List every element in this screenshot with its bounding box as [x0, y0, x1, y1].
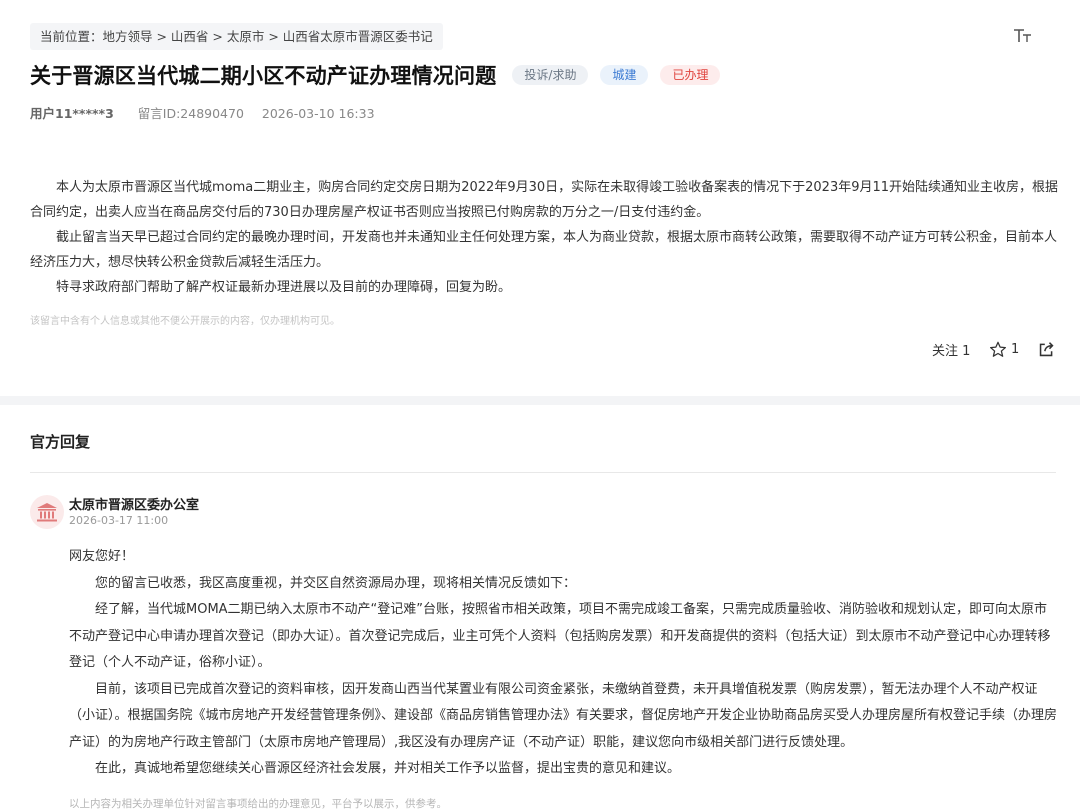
reply-greeting: 网友您好！ — [69, 549, 135, 564]
reply-paragraph: 经了解，当代城MOMA二期已纳入太原市不动产“登记难”台账，按照省市相关政策，项… — [69, 602, 1051, 670]
status-badge: 已办理 — [660, 65, 721, 85]
breadcrumb[interactable]: 当前位置：地方领导 > 山西省 > 太原市 > 山西省太原市晋源区委书记 — [30, 23, 443, 50]
follow-button[interactable]: 关注 1 — [932, 338, 970, 360]
star-count: 1 — [1011, 341, 1020, 357]
share-button[interactable] — [1038, 338, 1055, 360]
reply-paragraph: 您的留言已收悉，我区高度重视，并交区自然资源局办理，现将相关情况反馈如下： — [95, 575, 577, 591]
font-size-icon[interactable] — [1013, 27, 1033, 45]
follow-label: 关注 1 — [932, 343, 971, 359]
reply-footnote: 以上内容为相关办理单位针对留言事项给出的办理意见，平台予以展示，供参考。 — [69, 798, 447, 810]
content-paragraph: 截止留言当天早已超过合同约定的最晚办理时间，开发商也并未通知业主任何处理方案，本… — [30, 230, 1058, 270]
message-id: 留言ID:24890470 — [137, 106, 244, 121]
divider — [30, 472, 1056, 473]
official-reply-heading: 官方回复 — [30, 433, 91, 451]
reply-paragraph: 目前，该项目已完成首次登记的资料审核，因开发商山西当代某置业有限公司资金紧张，未… — [69, 681, 1058, 750]
star-button[interactable]: 1 — [989, 338, 1019, 360]
content-paragraph: 特寻求政府部门帮助了解产权证最新办理进展以及目前的办理障碍，回复为盼。 — [56, 280, 512, 295]
title-row: 关于晋源区当代城二期小区不动产证办理情况问题 投诉/求助 城建 已办理 — [30, 59, 721, 91]
message-meta: 用户11*****3 留言ID:24890470 2026-03-10 16:3… — [30, 103, 375, 122]
message-datetime: 2026-03-10 16:33 — [261, 106, 375, 121]
reply-body: 网友您好！ 您的留言已收悉，我区高度重视，并交区自然资源局办理，现将相关情况反馈… — [69, 544, 1057, 783]
share-icon — [1039, 341, 1054, 356]
content-paragraph: 本人为太原市晋源区当代城moma二期业主，购房合同约定交房日期为2022年9月3… — [30, 180, 1059, 220]
reply-time: 2026-03-17 11:00 — [69, 514, 169, 527]
domain-tag[interactable]: 城建 — [600, 65, 649, 85]
privacy-note: 该留言中含有个人信息或其他不便公开展示的内容，仅办理机构可见。 — [30, 316, 340, 327]
reply-org-name: 太原市晋源区委办公室 — [69, 498, 200, 513]
avatar — [30, 495, 64, 529]
category-tag[interactable]: 投诉/求助 — [512, 65, 589, 85]
user-name: 用户11*****3 — [30, 106, 114, 121]
government-building-icon — [37, 503, 57, 522]
message-content: 本人为太原市晋源区当代城moma二期业主，购房合同约定交房日期为2022年9月3… — [30, 175, 1060, 300]
page-title: 关于晋源区当代城二期小区不动产证办理情况问题 — [30, 64, 497, 88]
reply-paragraph: 在此，真诚地希望您继续关心晋源区经济社会发展，并对相关工作予以监督，提出宝贵的意… — [95, 761, 681, 776]
star-icon — [989, 341, 1007, 357]
